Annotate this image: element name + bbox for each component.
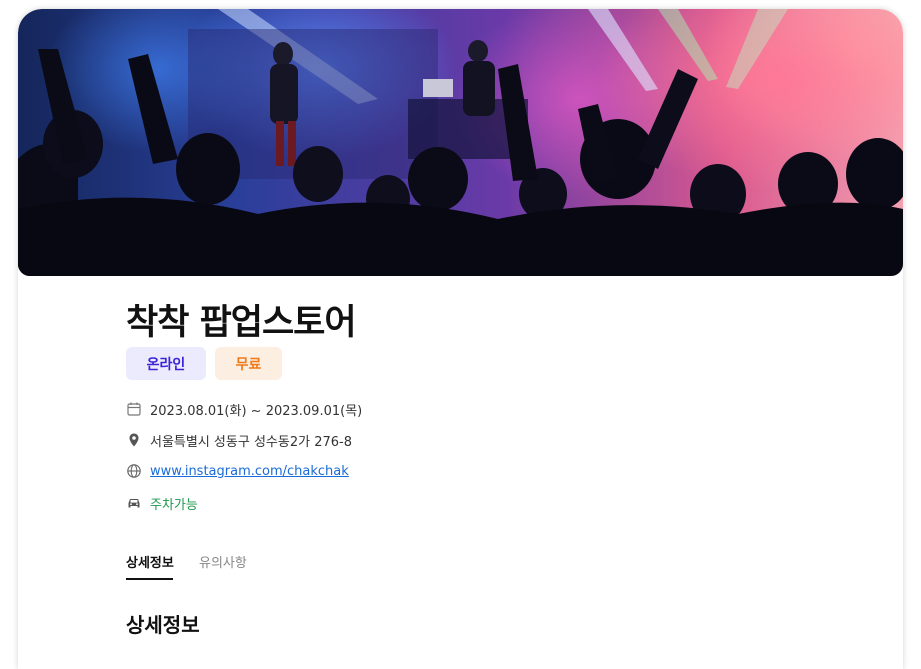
website-link[interactable]: www.instagram.com/chakchak <box>150 464 349 479</box>
section-title: 상세정보 <box>126 613 200 637</box>
address-row: 서울특별시 성동구 성수동2가 276-8 <box>126 430 352 450</box>
tab-notice[interactable]: 유의사항 <box>199 552 247 571</box>
calendar-icon <box>126 401 142 417</box>
event-date: 2023.08.01(화) ~ 2023.09.01(목) <box>150 403 363 419</box>
online-badge: 온라인 <box>126 347 206 380</box>
event-card: 착착 팝업스토어 온라인 무료 2023.08.01(화) ~ 2023.09.… <box>18 9 903 669</box>
globe-icon <box>126 463 142 479</box>
date-row: 2023.08.01(화) ~ 2023.09.01(목) <box>126 399 362 419</box>
free-badge: 무료 <box>215 347 282 380</box>
hero-illustration <box>18 9 903 276</box>
location-pin-icon <box>126 432 142 448</box>
active-tab-indicator <box>126 578 173 580</box>
parking-status: 주차가능 <box>150 497 198 513</box>
tab-detail[interactable]: 상세정보 <box>126 552 174 571</box>
event-title: 착착 팝업스토어 <box>126 303 357 343</box>
website-row: www.instagram.com/chakchak <box>126 461 349 481</box>
hero-concert-image <box>18 9 903 276</box>
car-icon <box>126 495 142 511</box>
parking-row: 주차가능 <box>126 493 198 513</box>
event-address: 서울특별시 성동구 성수동2가 276-8 <box>150 434 352 450</box>
